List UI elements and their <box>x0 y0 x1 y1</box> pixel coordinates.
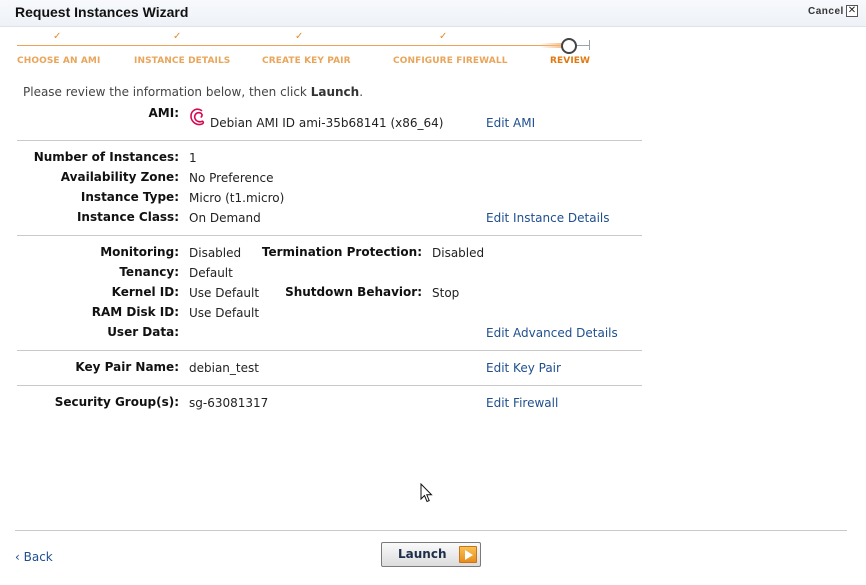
termination-protection-value: Disabled <box>432 246 485 260</box>
monitoring-value: Disabled <box>189 246 242 260</box>
back-link[interactable]: ‹ Back <box>15 550 53 564</box>
progress-highlight <box>540 43 562 48</box>
availability-zone-value: No Preference <box>189 171 274 185</box>
edit-firewall-link[interactable]: Edit Firewall <box>486 396 558 410</box>
monitoring-label: Monitoring: <box>100 245 179 259</box>
step-create-key-pair: CREATE KEY PAIR <box>262 56 351 66</box>
shutdown-behavior-label: Shutdown Behavior: <box>285 285 422 299</box>
intro-prefix: Please review the information below, the… <box>23 85 311 99</box>
kernel-id-value: Use Default <box>189 286 260 300</box>
mouse-cursor-icon <box>420 483 433 503</box>
tenancy-value: Default <box>189 266 233 280</box>
ramdisk-id-label: RAM Disk ID: <box>91 305 179 319</box>
intro-text: Please review the information below, the… <box>23 85 363 99</box>
instance-class-value: On Demand <box>189 211 261 225</box>
user-data-label: User Data: <box>107 325 179 339</box>
footer-divider <box>15 530 847 531</box>
cancel-link[interactable]: Cancel <box>808 6 844 17</box>
section-divider <box>17 350 642 351</box>
launch-button-label: Launch <box>398 547 447 561</box>
termination-protection-label: Termination Protection: <box>261 245 422 259</box>
step-instance-details: INSTANCE DETAILS <box>134 56 231 66</box>
close-icon[interactable]: ✕ <box>846 5 858 17</box>
edit-advanced-details-link[interactable]: Edit Advanced Details <box>486 326 618 340</box>
progress-line <box>17 45 568 46</box>
edit-ami-link[interactable]: Edit AMI <box>486 116 535 130</box>
ramdisk-id-value: Use Default <box>189 306 260 320</box>
tenancy-label: Tenancy: <box>119 265 179 279</box>
availability-zone-label: Availability Zone: <box>60 170 179 184</box>
step-1-check-icon: ✓ <box>53 31 62 42</box>
section-divider <box>17 385 642 386</box>
security-groups-label: Security Group(s): <box>54 395 179 409</box>
section-divider <box>17 235 642 236</box>
progress-end-tick <box>589 40 590 50</box>
instance-class-label: Instance Class: <box>76 210 179 224</box>
step-3-check-icon: ✓ <box>295 31 304 42</box>
progress-line-remaining <box>576 45 589 46</box>
title-bar: Request Instances Wizard Cancel ✕ <box>0 0 866 27</box>
section-divider <box>17 140 642 141</box>
key-pair-label: Key Pair Name: <box>75 360 179 374</box>
edit-instance-details-link[interactable]: Edit Instance Details <box>486 211 610 225</box>
edit-key-pair-link[interactable]: Edit Key Pair <box>486 361 561 375</box>
play-arrow-icon <box>459 546 477 563</box>
key-pair-value: debian_test <box>189 361 259 375</box>
ami-value: Debian AMI ID ami-35b68141 (x86_64) <box>210 116 444 130</box>
instances-count-label: Number of Instances: <box>33 150 179 164</box>
shutdown-behavior-value: Stop <box>432 286 460 300</box>
step-configure-firewall: CONFIGURE FIREWALL <box>393 56 508 66</box>
security-groups-value: sg-63081317 <box>189 396 269 410</box>
launch-button[interactable]: Launch <box>381 542 481 567</box>
kernel-id-label: Kernel ID: <box>111 285 179 299</box>
step-review: REVIEW <box>550 56 591 66</box>
intro-launch-word: Launch <box>310 85 360 99</box>
step-2-check-icon: ✓ <box>173 31 182 42</box>
instances-count-value: 1 <box>189 151 197 165</box>
step-4-check-icon: ✓ <box>439 31 448 42</box>
instance-type-label: Instance Type: <box>80 190 179 204</box>
step-choose-ami: CHOOSE AN AMI <box>17 56 101 66</box>
ami-label: AMI: <box>148 106 180 120</box>
debian-logo-icon <box>190 108 205 126</box>
window-title: Request Instances Wizard <box>15 4 189 20</box>
intro-suffix: . <box>359 85 364 99</box>
instance-type-value: Micro (t1.micro) <box>189 191 285 205</box>
current-step-circle-icon <box>561 38 577 54</box>
